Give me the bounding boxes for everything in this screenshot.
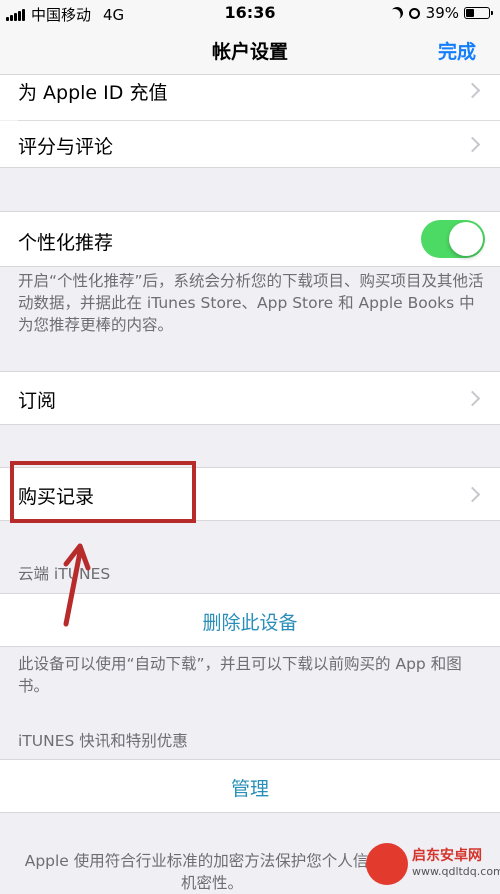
manage-row[interactable]: 管理 (0, 760, 500, 812)
group-bottom-border (0, 167, 500, 168)
chevron-right-icon (464, 136, 481, 153)
orientation-lock-icon (408, 7, 420, 19)
chevron-right-icon (464, 82, 481, 99)
watermark-name: 启东安卓网 (412, 848, 482, 864)
group-bottom-border (0, 812, 500, 813)
site-watermark: 启东安卓网 www.qdltdq.com (366, 843, 500, 885)
battery-icon (464, 7, 493, 19)
itunes-news-header: iTUNES 快讯和特别优惠 (18, 732, 188, 750)
personalized-recommendations-toggle[interactable] (421, 220, 485, 258)
ratings-reviews-row[interactable]: 评分与评论 (0, 121, 500, 167)
subscriptions-row[interactable]: 订阅 (0, 372, 500, 424)
apple-id-topup-label: 为 Apple ID 充值 (18, 82, 168, 104)
battery-percent: 39% (425, 4, 459, 22)
chevron-right-icon (464, 486, 481, 503)
toggle-knob (449, 222, 483, 256)
personalized-footnote: 开启“个性化推荐”后，系统会分析您的下载项目、购买项目及其他活动数据，并据此在 … (18, 272, 484, 334)
group-bottom-border (0, 266, 500, 267)
watermark-logo-icon (366, 843, 408, 885)
status-bar: 中国移动 4G 16:36 39% (0, 0, 500, 28)
personalized-recommendations-row: 个性化推荐 (0, 212, 500, 266)
chevron-right-icon (464, 390, 481, 407)
group-bottom-border (0, 424, 500, 425)
cloud-itunes-footnote: 此设备可以使用“自动下载”，并且可以下载以前购买的 App 和图书。 (18, 655, 462, 695)
annotation-highlight-box (10, 461, 196, 523)
navigation-bar: 帐户设置 完成 (0, 28, 500, 75)
subscriptions-label: 订阅 (18, 390, 57, 412)
watermark-url: www.qdltdq.com (412, 865, 500, 878)
encryption-footnote: Apple 使用符合行业标准的加密方法保护您个人信息的机密性。 (24, 852, 400, 892)
manage-button[interactable]: 管理 (0, 774, 500, 801)
do-not-disturb-icon (389, 5, 404, 20)
battery-fill (466, 9, 474, 17)
apple-id-topup-row[interactable]: 为 Apple ID 充值 (0, 75, 500, 120)
status-right: 39% (389, 4, 493, 22)
page-title: 帐户设置 (211, 41, 288, 63)
done-button[interactable]: 完成 (438, 37, 476, 64)
ratings-reviews-label: 评分与评论 (18, 136, 114, 158)
personalized-recommendations-label: 个性化推荐 (18, 232, 114, 254)
annotation-arrow-icon (63, 543, 91, 627)
group-bottom-border (0, 646, 500, 647)
